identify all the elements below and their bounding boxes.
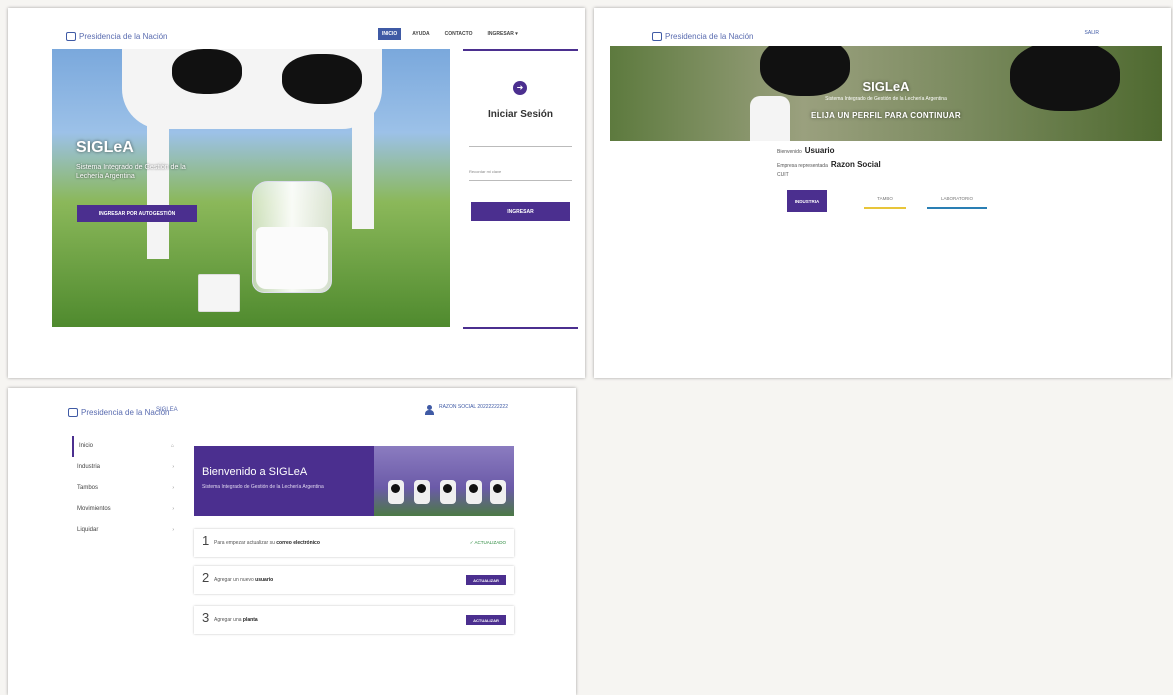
sidebar-item-label: Movimientos	[77, 506, 111, 512]
crest-icon	[652, 32, 662, 41]
welcome-title: Bienvenido a SIGLeA	[202, 466, 308, 478]
hero-image: SIGLeA Sistema Integrado de Gestión de l…	[52, 49, 450, 327]
step-text: Agregar un nuevo usuario	[214, 577, 273, 583]
update-user-button[interactable]: ACTUALIZAR	[466, 575, 506, 585]
brand[interactable]: Presidencia de la Nación	[652, 32, 754, 41]
login-screenshot: Presidencia de la Nación INICIO AYUDA CO…	[8, 8, 585, 378]
chevron-right-icon: ›	[172, 506, 174, 512]
hero-subtitle: Sistema Integrado de Gestión de la Leche…	[76, 164, 186, 180]
hero-title: SIGLeA	[76, 139, 134, 156]
sidebar: Inicio ⌂ Industria › Tambos › Movimientos › …	[72, 436, 182, 541]
step-user: 2 Agregar un nuevo usuario ACTUALIZAR	[194, 566, 514, 594]
chevron-right-icon: ›	[172, 464, 174, 470]
crest-icon	[68, 408, 78, 417]
profile-tambo-tab[interactable]: TAMBO	[864, 196, 906, 209]
autogestion-button[interactable]: INGRESAR POR AUTOGESTIÓN	[77, 205, 197, 222]
sidebar-item-inicio[interactable]: Inicio ⌂	[72, 436, 182, 457]
user-line-2: RAZON SOCIAL 20222222222	[438, 404, 508, 410]
top-nav: INICIO AYUDA CONTACTO INGRESAR ▾	[378, 28, 522, 40]
brand[interactable]: Presidencia de la Nación	[68, 408, 170, 417]
cuit-line: CUIT	[777, 172, 789, 178]
cow-figure	[440, 480, 456, 504]
cow-figure	[414, 480, 430, 504]
profile-laboratorio-tab[interactable]: LABORATORIO	[927, 196, 987, 209]
header: Presidencia de la Nación INICIO AYUDA CO…	[8, 8, 585, 50]
step-text-bold: planta	[242, 617, 258, 623]
user-icon	[424, 405, 434, 415]
cow-leg	[352, 109, 374, 229]
banner-title: SIGLeA	[862, 79, 910, 94]
step-text-label: Para empezar actualizar su	[214, 540, 275, 546]
profile-industria-button[interactable]: INDUSTRIA	[787, 190, 827, 212]
sidebar-item-movimientos[interactable]: Movimientos ›	[72, 499, 182, 520]
step-status: ✓ ACTUALIZADO	[469, 540, 506, 545]
nav-ayuda[interactable]: AYUDA	[408, 28, 433, 40]
cow-spot	[282, 54, 362, 104]
milk-jug	[252, 181, 332, 293]
step-number: 1	[202, 533, 210, 548]
brand-label: Presidencia de la Nación	[79, 32, 168, 41]
update-plant-button[interactable]: ACTUALIZAR	[466, 615, 506, 625]
cuit-label: CUIT	[777, 172, 789, 178]
company-label: Empresa representada	[777, 163, 828, 169]
step-text: Agregar una planta	[214, 617, 258, 623]
welcome-subtitle: Sistema Integrado de Gestión de la Leche…	[202, 484, 324, 490]
cow-figure	[466, 480, 482, 504]
logout-link[interactable]: SALIR	[1085, 30, 1099, 36]
crest-icon	[66, 32, 76, 41]
login-button[interactable]: INGRESAR	[471, 202, 570, 221]
brand-label: Presidencia de la Nación	[665, 32, 754, 41]
sidebar-item-label: Tambos	[77, 485, 99, 491]
company-line: Empresa representada Razon Social	[777, 160, 881, 169]
step-text-label: Agregar una	[214, 617, 242, 623]
cow-figure	[490, 480, 506, 504]
step-number: 2	[202, 570, 210, 585]
cow-spot	[172, 49, 242, 94]
sidebar-item-liquidar[interactable]: Liquidar ›	[72, 520, 182, 541]
sidebar-item-label: Inicio	[79, 443, 94, 449]
choose-profile-heading: ELIJA UN PERFIL PARA CONTINUAR	[811, 111, 961, 120]
step-number: 3	[202, 610, 210, 625]
cows-image	[374, 446, 514, 516]
company-value: Razon Social	[830, 160, 881, 169]
profile-screenshot: Presidencia de la Nación SALIR SIGLeA Si…	[594, 8, 1171, 378]
welcome-label: Bienvenido	[777, 149, 802, 155]
login-panel: ➜ Iniciar Sesión Recordar mi clave INGRE…	[463, 49, 578, 329]
welcome-banner: Bienvenido a SIGLeA Sistema Integrado de…	[194, 446, 514, 516]
sidebar-item-industria[interactable]: Industria ›	[72, 457, 182, 478]
sidebar-item-label: Liquidar	[77, 527, 99, 533]
welcome-user: Usuario	[804, 146, 835, 155]
header: Presidencia de la Nación SIGLEA RAZON SO…	[8, 388, 576, 430]
user-box[interactable]: RAZON SOCIAL 20222222222	[424, 404, 508, 415]
chevron-right-icon: ›	[172, 527, 174, 533]
header: Presidencia de la Nación SALIR	[594, 8, 1171, 50]
login-title: Iniciar Sesión	[487, 109, 554, 120]
brand[interactable]: Presidencia de la Nación	[66, 32, 168, 41]
banner-subtitle: Sistema Integrado de Gestión de la Leche…	[825, 96, 947, 102]
step-plant: 3 Agregar una planta ACTUALIZAR	[194, 606, 514, 634]
cow-leg	[147, 109, 169, 259]
password-field[interactable]: Recordar mi clave	[469, 169, 572, 181]
step-text-bold: usuario	[255, 577, 274, 583]
chevron-right-icon: ›	[172, 485, 174, 491]
nav-ingresar[interactable]: INGRESAR ▾	[483, 28, 521, 40]
sidebar-item-tambos[interactable]: Tambos ›	[72, 478, 182, 499]
cow-figure	[388, 480, 404, 504]
step-email: 1 Para empezar actualizar su correo elec…	[194, 529, 514, 557]
sidebar-item-label: Industria	[77, 464, 101, 470]
welcome-line: Bienvenido Usuario	[777, 146, 835, 155]
nav-contacto[interactable]: CONTACTO	[441, 28, 477, 40]
user-field[interactable]	[469, 135, 572, 147]
milk	[256, 227, 328, 289]
step-text-bold: correo electrónico	[276, 540, 320, 546]
app-tag: SIGLEA	[156, 407, 178, 413]
dashboard-screenshot: Presidencia de la Nación SIGLEA RAZON SO…	[8, 388, 576, 695]
milk-glass	[198, 274, 240, 312]
home-icon: ⌂	[170, 443, 174, 449]
nav-inicio[interactable]: INICIO	[378, 28, 402, 40]
step-text-label: Agregar un nuevo	[214, 577, 254, 583]
login-arrow-icon: ➜	[513, 81, 527, 95]
step-text: Para empezar actualizar su correo electr…	[214, 540, 320, 546]
profile-banner: SIGLeA Sistema Integrado de Gestión de l…	[610, 46, 1162, 141]
